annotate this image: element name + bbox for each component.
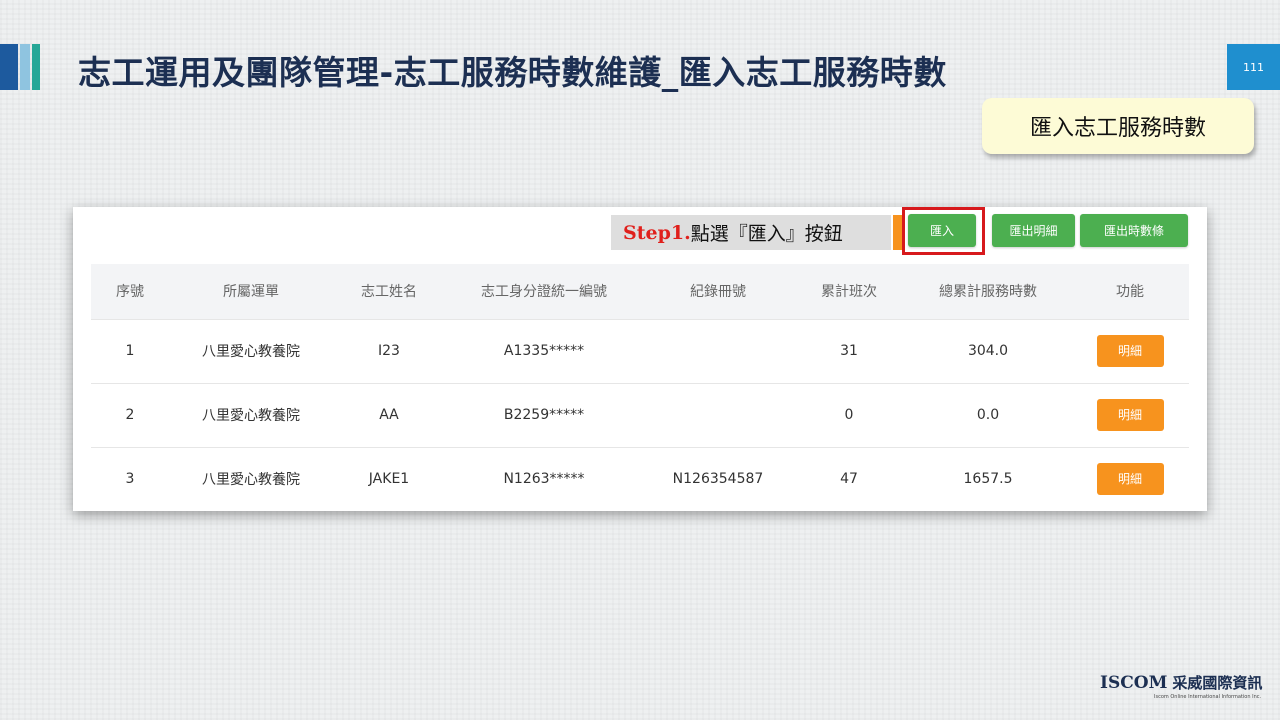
column-header-record: 紀錄冊號	[690, 284, 746, 301]
accent-bar-teal	[32, 44, 40, 90]
cell-name: AA	[379, 407, 399, 423]
cell-action: 明細	[1071, 319, 1189, 383]
accent-bar-light	[20, 44, 30, 90]
logo-brand: ISCOM	[1100, 672, 1168, 693]
export-hours-button[interactable]: 匯出時數條	[1080, 214, 1188, 247]
cell-id: B2259*****	[503, 407, 585, 423]
cell-hours: 304.0	[967, 343, 1009, 359]
step-instruction: Step1. 點選『匯入』按鈕	[611, 215, 891, 250]
cell-unit: 八里愛心教養院	[202, 408, 300, 424]
cell-hours: 0.0	[976, 407, 1000, 423]
column-header-no: 序號	[116, 284, 144, 301]
cell-name: I23	[378, 343, 400, 359]
column-header-shifts: 累計班次	[821, 284, 877, 301]
cell-no: 1	[125, 343, 135, 359]
cell-record	[643, 319, 793, 383]
cell-action: 明細	[1071, 447, 1189, 511]
table-row: 2 八里愛心教養院 AA B2259***** 0 0.0 明細	[91, 383, 1189, 447]
column-header-unit: 所屬運單	[223, 284, 279, 301]
iscom-logo: ISCOM 采威國際資訊 Iscom Online International …	[1100, 672, 1270, 710]
cell-action: 明細	[1071, 383, 1189, 447]
cell-record: N126354587	[672, 471, 764, 488]
detail-button[interactable]: 明細	[1096, 335, 1164, 367]
cell-no: 3	[125, 471, 135, 488]
table-header-row: 序號 所屬運單 志工姓名 志工身分證統一編號 紀錄冊號 累計班次 總累計服務時數…	[91, 264, 1189, 319]
cell-hours: 1657.5	[963, 471, 1013, 488]
table-row: 3 八里愛心教養院 JAKE1 N1263***** N126354587 47…	[91, 447, 1189, 511]
export-detail-button[interactable]: 匯出明細	[992, 214, 1075, 247]
cell-no: 2	[125, 407, 135, 423]
cell-shifts: 0	[844, 407, 854, 423]
column-header-hours: 總累計服務時數	[939, 284, 1037, 301]
cell-id: N1263*****	[503, 471, 585, 488]
table-row: 1 八里愛心教養院 I23 A1335***** 31 304.0 明細	[91, 319, 1189, 383]
accent-bar-dark	[0, 44, 18, 90]
cell-record	[643, 383, 793, 447]
cell-id: A1335*****	[503, 343, 585, 359]
callout-label: 匯入志工服務時數	[982, 98, 1254, 154]
cell-name: JAKE1	[368, 471, 410, 488]
page-number-badge: 111	[1227, 44, 1280, 90]
cell-unit: 八里愛心教養院	[202, 344, 300, 360]
column-header-name: 志工姓名	[361, 284, 417, 301]
column-header-id: 志工身分證統一編號	[481, 284, 607, 301]
slide-title: 志工運用及團隊管理-志工服務時數維護_匯入志工服務時數	[78, 53, 947, 92]
step-text: 點選『匯入』按鈕	[690, 223, 843, 245]
cell-shifts: 31	[840, 343, 858, 359]
column-header-action: 功能	[1116, 284, 1144, 301]
highlight-box	[902, 207, 985, 255]
logo-subtitle: Iscom Online International Information I…	[1154, 694, 1262, 700]
logo-chinese-name: 采威國際資訊	[1172, 674, 1263, 692]
cell-shifts: 47	[840, 471, 858, 488]
step-prefix: Step1.	[623, 221, 691, 244]
detail-button[interactable]: 明細	[1096, 463, 1164, 496]
cell-unit: 八里愛心教養院	[202, 472, 300, 489]
volunteer-hours-table: 序號 所屬運單 志工姓名 志工身分證統一編號 紀錄冊號 累計班次 總累計服務時數…	[91, 264, 1189, 511]
detail-button[interactable]: 明細	[1096, 399, 1164, 431]
